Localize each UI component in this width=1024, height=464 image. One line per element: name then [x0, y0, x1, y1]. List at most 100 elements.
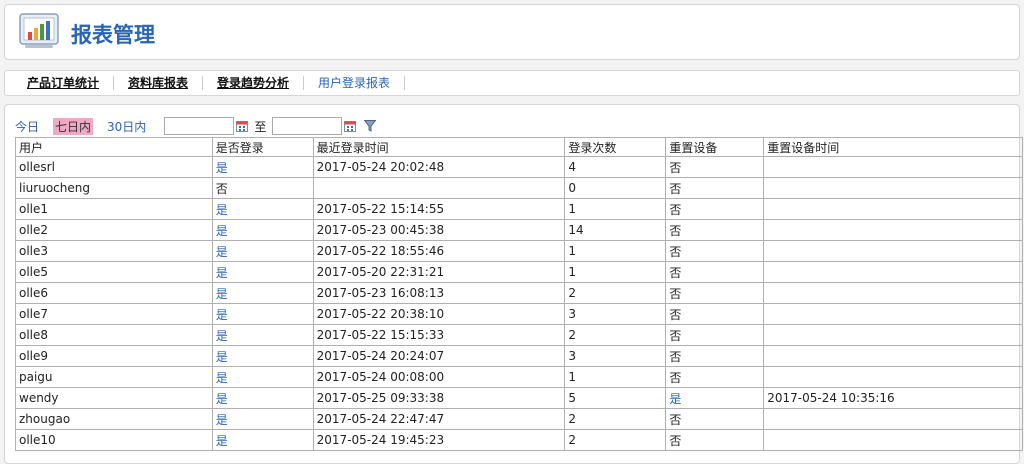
- table-row: wendy 是 2017-05-25 09:33:38 5 是 2017-05-24 10…: [15, 387, 1023, 409]
- tab-user-login-report[interactable]: 用户登录报表: [304, 76, 406, 90]
- column-header: 最近登录时间: [312, 137, 566, 157]
- logged-in-cell: 是: [211, 324, 314, 346]
- logged-in-cell: 是: [211, 366, 314, 388]
- last-login-cell: 2017-05-22 15:14:55: [312, 198, 566, 220]
- reset-time-cell: [763, 219, 1023, 241]
- reset-time-cell: [763, 303, 1023, 325]
- reset-time-cell: [763, 408, 1023, 430]
- logged-in-cell: 是: [211, 261, 314, 283]
- last-login-cell: [312, 177, 566, 199]
- user-cell: liuruocheng: [15, 177, 213, 199]
- start-date-input[interactable]: [164, 117, 235, 135]
- table-row: olle5 是 2017-05-20 22:31:21 1 否: [15, 261, 1023, 283]
- reset-time-cell: 2017-05-24 10:35:16: [763, 387, 1023, 409]
- filter-thirty-days[interactable]: 30日内: [107, 118, 146, 135]
- reset-device-cell: 否: [665, 366, 765, 388]
- user-cell: ollesrl: [15, 156, 213, 178]
- logged-in-cell: 是: [211, 345, 314, 367]
- login-count-cell: 1: [564, 261, 667, 283]
- login-count-cell: 5: [564, 387, 667, 409]
- reset-device-cell: 否: [665, 219, 765, 241]
- reset-time-cell: [763, 429, 1023, 451]
- logged-in-cell: 是: [211, 303, 314, 325]
- tab-library-report[interactable]: 资料库报表: [114, 76, 204, 90]
- reset-device-cell: 否: [665, 156, 765, 178]
- login-count-cell: 2: [564, 282, 667, 304]
- user-cell: olle10: [15, 429, 213, 451]
- reset-time-cell: [763, 345, 1023, 367]
- end-date-input[interactable]: [272, 117, 343, 135]
- login-count-cell: 3: [564, 345, 667, 367]
- reset-device-cell: 否: [665, 240, 765, 262]
- reset-time-cell: [763, 366, 1023, 388]
- tab-login-trend[interactable]: 登录趋势分析: [203, 76, 305, 90]
- table-header-row: 用户 是否登录 最近登录时间 登录次数 重置设备 重置设备时间: [15, 137, 1023, 157]
- reset-device-cell: 否: [665, 345, 765, 367]
- user-cell: olle6: [15, 282, 213, 304]
- reset-time-cell: [763, 261, 1023, 283]
- table-row: olle1 是 2017-05-22 15:14:55 1 否: [15, 198, 1023, 220]
- table-row: olle8 是 2017-05-22 15:15:33 2 否: [15, 324, 1023, 346]
- user-cell: olle1: [15, 198, 213, 220]
- last-login-cell: 2017-05-24 00:08:00: [312, 366, 566, 388]
- table-row: olle3 是 2017-05-22 18:55:46 1 否: [15, 240, 1023, 262]
- reset-device-cell: 否: [665, 429, 765, 451]
- last-login-cell: 2017-05-24 19:45:23: [312, 429, 566, 451]
- table-row: zhougao 是 2017-05-24 22:47:47 2 否: [15, 408, 1023, 430]
- login-count-cell: 0: [564, 177, 667, 199]
- filter-icon[interactable]: [364, 120, 377, 132]
- tab-product-orders[interactable]: 产品订单统计: [5, 76, 115, 90]
- last-login-cell: 2017-05-23 00:45:38: [312, 219, 566, 241]
- user-cell: olle3: [15, 240, 213, 262]
- login-count-cell: 2: [564, 324, 667, 346]
- reset-device-cell: 否: [665, 408, 765, 430]
- filter-seven-days[interactable]: 七日内: [53, 117, 94, 135]
- report-tabs: 产品订单统计 资料库报表 登录趋势分析 用户登录报表: [4, 70, 1020, 96]
- user-cell: olle2: [15, 219, 213, 241]
- reset-time-cell: [763, 240, 1023, 262]
- column-header: 重置设备: [665, 137, 765, 157]
- filter-today[interactable]: 今日: [15, 118, 39, 135]
- logged-in-cell: 是: [211, 156, 314, 178]
- column-header: 用户: [15, 137, 213, 157]
- last-login-cell: 2017-05-22 15:15:33: [312, 324, 566, 346]
- login-count-cell: 1: [564, 198, 667, 220]
- last-login-cell: 2017-05-20 22:31:21: [312, 261, 566, 283]
- table-row: olle2 是 2017-05-23 00:45:38 14 否: [15, 219, 1023, 241]
- user-cell: olle9: [15, 345, 213, 367]
- to-label: 至: [254, 119, 267, 134]
- table-row: liuruocheng 否 0 否: [15, 177, 1023, 199]
- reset-device-cell: 否: [665, 198, 765, 220]
- reset-device-cell: 否: [665, 261, 765, 283]
- logged-in-cell: 是: [211, 219, 314, 241]
- column-header: 是否登录: [211, 137, 314, 157]
- reset-device-cell: 否: [665, 303, 765, 325]
- logged-in-cell: 是: [211, 387, 314, 409]
- calendar-icon[interactable]: [236, 120, 249, 132]
- table-row: olle10 是 2017-05-24 19:45:23 2 否: [15, 429, 1023, 451]
- table-row: olle7 是 2017-05-22 20:38:10 3 否: [15, 303, 1023, 325]
- last-login-cell: 2017-05-25 09:33:38: [312, 387, 566, 409]
- date-filter: 今日 七日内 30日内 至: [15, 117, 377, 135]
- table-row: olle6 是 2017-05-23 16:08:13 2 否: [15, 282, 1023, 304]
- reset-time-cell: [763, 282, 1023, 304]
- reset-time-cell: [763, 156, 1023, 178]
- logged-in-cell: 是: [211, 429, 314, 451]
- column-header: 登录次数: [564, 137, 667, 157]
- table-row: paigu 是 2017-05-24 00:08:00 1 否: [15, 366, 1023, 388]
- calendar-icon[interactable]: [344, 120, 357, 132]
- report-panel: 今日 七日内 30日内 至 用户 是否登录 最近登录时间 登录次数 重置设备 重…: [4, 104, 1023, 464]
- login-count-cell: 1: [564, 366, 667, 388]
- user-cell: olle7: [15, 303, 213, 325]
- reset-device-cell: 是: [665, 387, 765, 409]
- user-login-table: 用户 是否登录 最近登录时间 登录次数 重置设备 重置设备时间 ollesrl 是…: [15, 137, 1023, 451]
- logged-in-cell: 是: [211, 282, 314, 304]
- login-count-cell: 1: [564, 240, 667, 262]
- reset-device-cell: 否: [665, 282, 765, 304]
- page-header: 报表管理: [4, 4, 1020, 60]
- report-chart-icon: [19, 13, 59, 48]
- last-login-cell: 2017-05-23 16:08:13: [312, 282, 566, 304]
- user-cell: zhougao: [15, 408, 213, 430]
- login-count-cell: 14: [564, 219, 667, 241]
- logged-in-cell: 是: [211, 240, 314, 262]
